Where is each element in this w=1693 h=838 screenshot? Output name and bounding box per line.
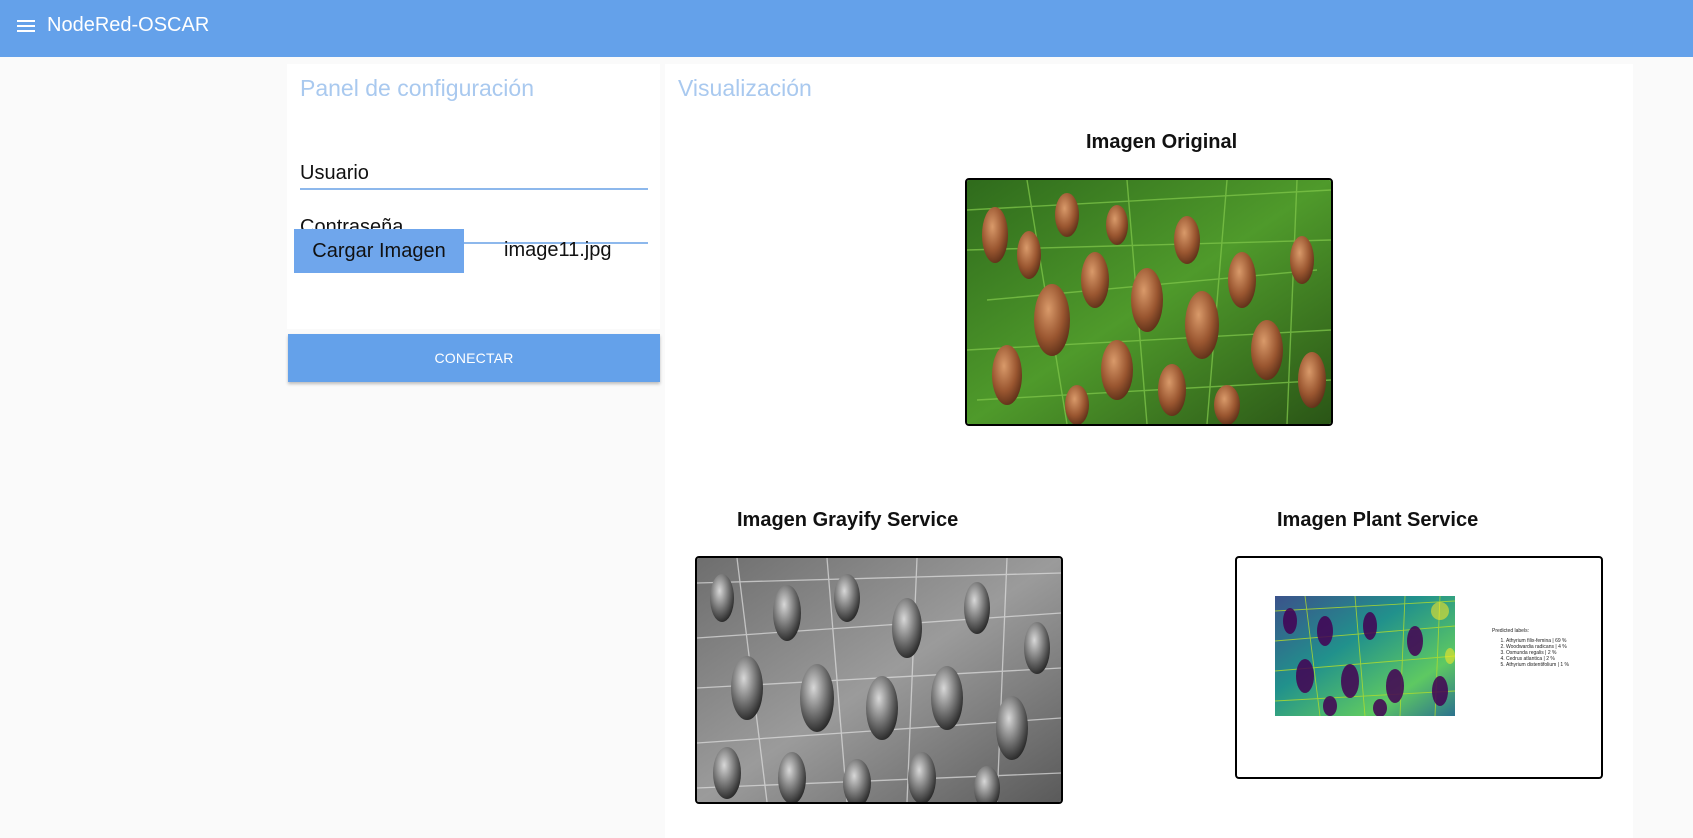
- config-panel-title: Panel de configuración: [300, 75, 534, 101]
- app-title: NodeRed-OSCAR: [47, 14, 210, 36]
- top-app-bar: NodeRed-OSCAR: [0, 0, 1693, 57]
- pine-cones-color-image: [967, 180, 1331, 424]
- predictions-list: Athyrium filix-femina | 69 % Woodwardia …: [1492, 638, 1569, 668]
- prediction-item: Athyrium distentifolium | 1 %: [1506, 662, 1569, 668]
- plant-service-image: Predicted labels: Athyrium filix-femina …: [1235, 556, 1603, 779]
- connect-button[interactable]: CONECTAR: [288, 334, 660, 382]
- grayify-image-caption: Imagen Grayify Service: [737, 509, 959, 531]
- grayify-image: [695, 556, 1063, 804]
- config-panel: Panel de configuración Usuario Contraseñ…: [287, 64, 660, 329]
- menu-icon[interactable]: [17, 18, 37, 34]
- pine-cones-grayscale-image: [697, 558, 1061, 802]
- selected-file-name: image11.jpg: [504, 239, 612, 261]
- username-label: Usuario: [300, 162, 369, 184]
- visualization-panel-title: Visualización: [678, 75, 812, 101]
- original-image: [965, 178, 1333, 426]
- pine-cones-viridis-image: [1275, 596, 1455, 716]
- plant-image-caption: Imagen Plant Service: [1277, 509, 1479, 531]
- original-image-caption: Imagen Original: [1086, 131, 1238, 153]
- username-field[interactable]: Usuario: [300, 158, 648, 190]
- predictions-heading: Predicted labels:: [1492, 628, 1529, 634]
- upload-image-button[interactable]: Cargar Imagen: [294, 229, 464, 273]
- plant-predictions: Predicted labels: Athyrium filix-femina …: [1492, 628, 1569, 668]
- visualization-panel: Visualización Imagen Original Imagen Gra…: [665, 64, 1633, 838]
